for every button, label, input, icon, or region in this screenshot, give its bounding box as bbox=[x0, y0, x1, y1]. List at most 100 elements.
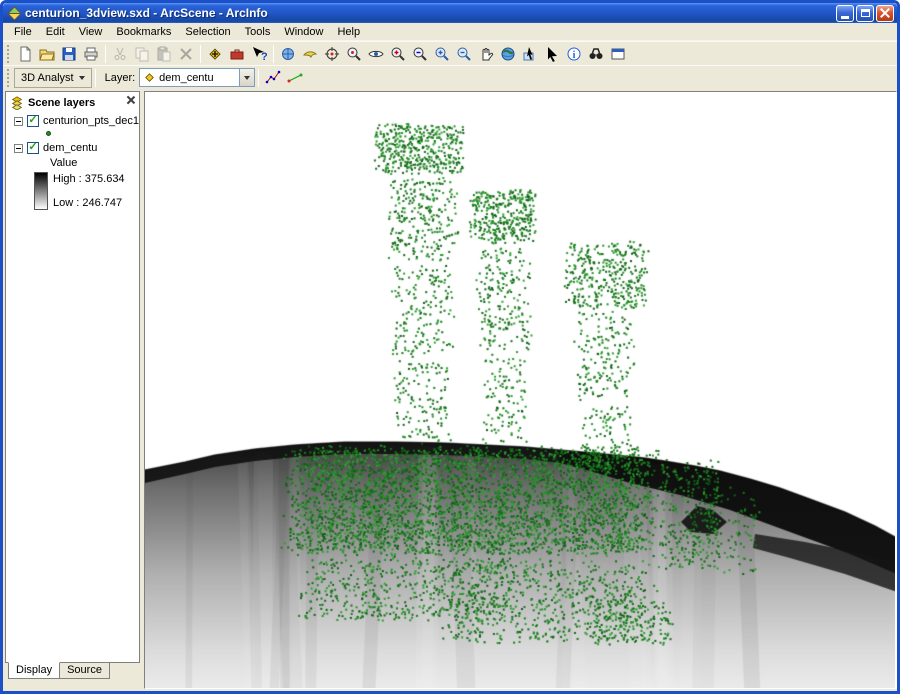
title-bar[interactable]: centurion_3dview.sxd - ArcScene - ArcInf… bbox=[3, 3, 897, 23]
tab-display[interactable]: Display bbox=[8, 662, 61, 679]
line-of-sight-icon bbox=[287, 70, 303, 86]
fly-icon bbox=[302, 46, 318, 62]
arcscene-app-icon bbox=[7, 5, 22, 21]
menu-window[interactable]: Window bbox=[277, 24, 330, 40]
layer-checkbox-dem[interactable]: ✓ bbox=[27, 142, 39, 154]
3d-scene-canvas[interactable] bbox=[145, 92, 896, 688]
zoom-out-button[interactable] bbox=[409, 43, 431, 65]
select-features-icon bbox=[522, 46, 538, 62]
toolbar-standard: ?i bbox=[3, 41, 897, 65]
cut-icon bbox=[112, 46, 128, 62]
layer-diamond-icon bbox=[143, 71, 156, 84]
layer-combo-dropdown[interactable] bbox=[239, 69, 255, 86]
menu-tools[interactable]: Tools bbox=[238, 24, 278, 40]
paste-icon bbox=[156, 46, 172, 62]
navigate-button[interactable] bbox=[277, 43, 299, 65]
pan-button[interactable] bbox=[475, 43, 497, 65]
open-button[interactable] bbox=[36, 43, 58, 65]
toc-panel: Scene layers ✓ centurion_pts_dec1 ✓ dem_… bbox=[3, 89, 144, 691]
paste-button bbox=[153, 43, 175, 65]
full-extent-button[interactable] bbox=[497, 43, 519, 65]
interpolate-line-button[interactable] bbox=[262, 67, 284, 89]
new-button[interactable] bbox=[14, 43, 36, 65]
copy-icon bbox=[134, 46, 150, 62]
delete-button bbox=[175, 43, 197, 65]
layer-checkbox-centurion-pts[interactable]: ✓ bbox=[27, 115, 39, 127]
set-observer-button[interactable] bbox=[365, 43, 387, 65]
fixed-zoom-out-icon bbox=[456, 46, 472, 62]
navigate-icon bbox=[280, 46, 296, 62]
svg-text:?: ? bbox=[261, 51, 267, 62]
toolbar-separator bbox=[200, 44, 201, 63]
layer-item-centurion-pts: ✓ centurion_pts_dec1 bbox=[6, 113, 139, 129]
toolbar-3d-buttons bbox=[262, 67, 306, 89]
layer-name-centurion-pts[interactable]: centurion_pts_dec1 bbox=[43, 115, 139, 127]
cut-button bbox=[109, 43, 131, 65]
menu-bar: File Edit View Bookmarks Selection Tools Windo… bbox=[3, 23, 897, 41]
identify-icon: i bbox=[566, 46, 582, 62]
toolbar-grip[interactable] bbox=[6, 68, 11, 87]
select-elements-button[interactable] bbox=[541, 43, 563, 65]
toolbar-separator bbox=[273, 44, 274, 63]
menu-selection[interactable]: Selection bbox=[178, 24, 237, 40]
chevron-down-icon bbox=[244, 75, 251, 80]
save-button[interactable] bbox=[58, 43, 80, 65]
3d-analyst-menu-button[interactable]: 3D Analyst bbox=[14, 67, 92, 88]
point-legend-row bbox=[6, 129, 139, 140]
select-elements-icon bbox=[544, 46, 560, 62]
fixed-zoom-out-button[interactable] bbox=[453, 43, 475, 65]
minimize-icon[interactable] bbox=[836, 4, 854, 22]
toolbar-3d-analyst: 3D Analyst Layer: dem_centu bbox=[3, 65, 897, 89]
menu-bookmarks[interactable]: Bookmarks bbox=[109, 24, 178, 40]
toolbox-button[interactable] bbox=[226, 43, 248, 65]
save-icon bbox=[61, 46, 77, 62]
tab-source[interactable]: Source bbox=[59, 662, 110, 679]
panel-close-icon[interactable] bbox=[124, 93, 137, 106]
layer-combo[interactable]: dem_centu bbox=[139, 68, 256, 87]
whats-this-button[interactable]: ? bbox=[248, 43, 270, 65]
legend-low-value: Low : 246.747 bbox=[53, 197, 123, 209]
fixed-zoom-in-button[interactable] bbox=[431, 43, 453, 65]
scene-viewport bbox=[144, 91, 897, 689]
select-features-button[interactable] bbox=[519, 43, 541, 65]
layer-combo-value: dem_centu bbox=[159, 71, 214, 84]
viewer-icon bbox=[610, 46, 626, 62]
chevron-down-icon bbox=[78, 75, 85, 80]
layer-name-dem[interactable]: dem_centu bbox=[43, 142, 97, 154]
line-of-sight-button[interactable] bbox=[284, 67, 306, 89]
svg-text:i: i bbox=[573, 50, 576, 61]
add-data-icon bbox=[207, 46, 223, 62]
collapse-icon[interactable] bbox=[14, 143, 23, 153]
viewer-button[interactable] bbox=[607, 43, 629, 65]
zoom-out-icon bbox=[412, 46, 428, 62]
restore-icon[interactable] bbox=[856, 4, 874, 22]
zoom-target-button[interactable] bbox=[343, 43, 365, 65]
toolbar-grip[interactable] bbox=[6, 44, 11, 63]
toolbar-separator bbox=[105, 44, 106, 63]
close-icon[interactable] bbox=[876, 4, 894, 22]
menu-view[interactable]: View bbox=[72, 24, 110, 40]
legend-field-label: Value bbox=[50, 157, 78, 169]
collapse-icon[interactable] bbox=[14, 116, 23, 126]
add-data-button[interactable] bbox=[204, 43, 226, 65]
fly-button[interactable] bbox=[299, 43, 321, 65]
full-extent-icon bbox=[500, 46, 516, 62]
arcscene-window: centurion_3dview.sxd - ArcScene - ArcInf… bbox=[0, 0, 900, 694]
interpolate-line-icon bbox=[265, 70, 281, 86]
zoom-in-button[interactable] bbox=[387, 43, 409, 65]
table-of-contents: Scene layers ✓ centurion_pts_dec1 ✓ dem_… bbox=[5, 91, 141, 663]
zoom-target-icon bbox=[346, 46, 362, 62]
window-controls bbox=[836, 4, 894, 22]
center-target-button[interactable] bbox=[321, 43, 343, 65]
window-title: centurion_3dview.sxd - ArcScene - ArcInf… bbox=[25, 6, 268, 20]
zoom-in-icon bbox=[390, 46, 406, 62]
menu-file[interactable]: File bbox=[7, 24, 39, 40]
identify-button[interactable]: i bbox=[563, 43, 585, 65]
find-button[interactable] bbox=[585, 43, 607, 65]
toc-tabs: Display Source bbox=[5, 662, 140, 679]
print-icon bbox=[83, 46, 99, 62]
menu-edit[interactable]: Edit bbox=[39, 24, 72, 40]
print-button[interactable] bbox=[80, 43, 102, 65]
point-symbol-swatch[interactable] bbox=[46, 131, 51, 136]
menu-help[interactable]: Help bbox=[330, 24, 367, 40]
